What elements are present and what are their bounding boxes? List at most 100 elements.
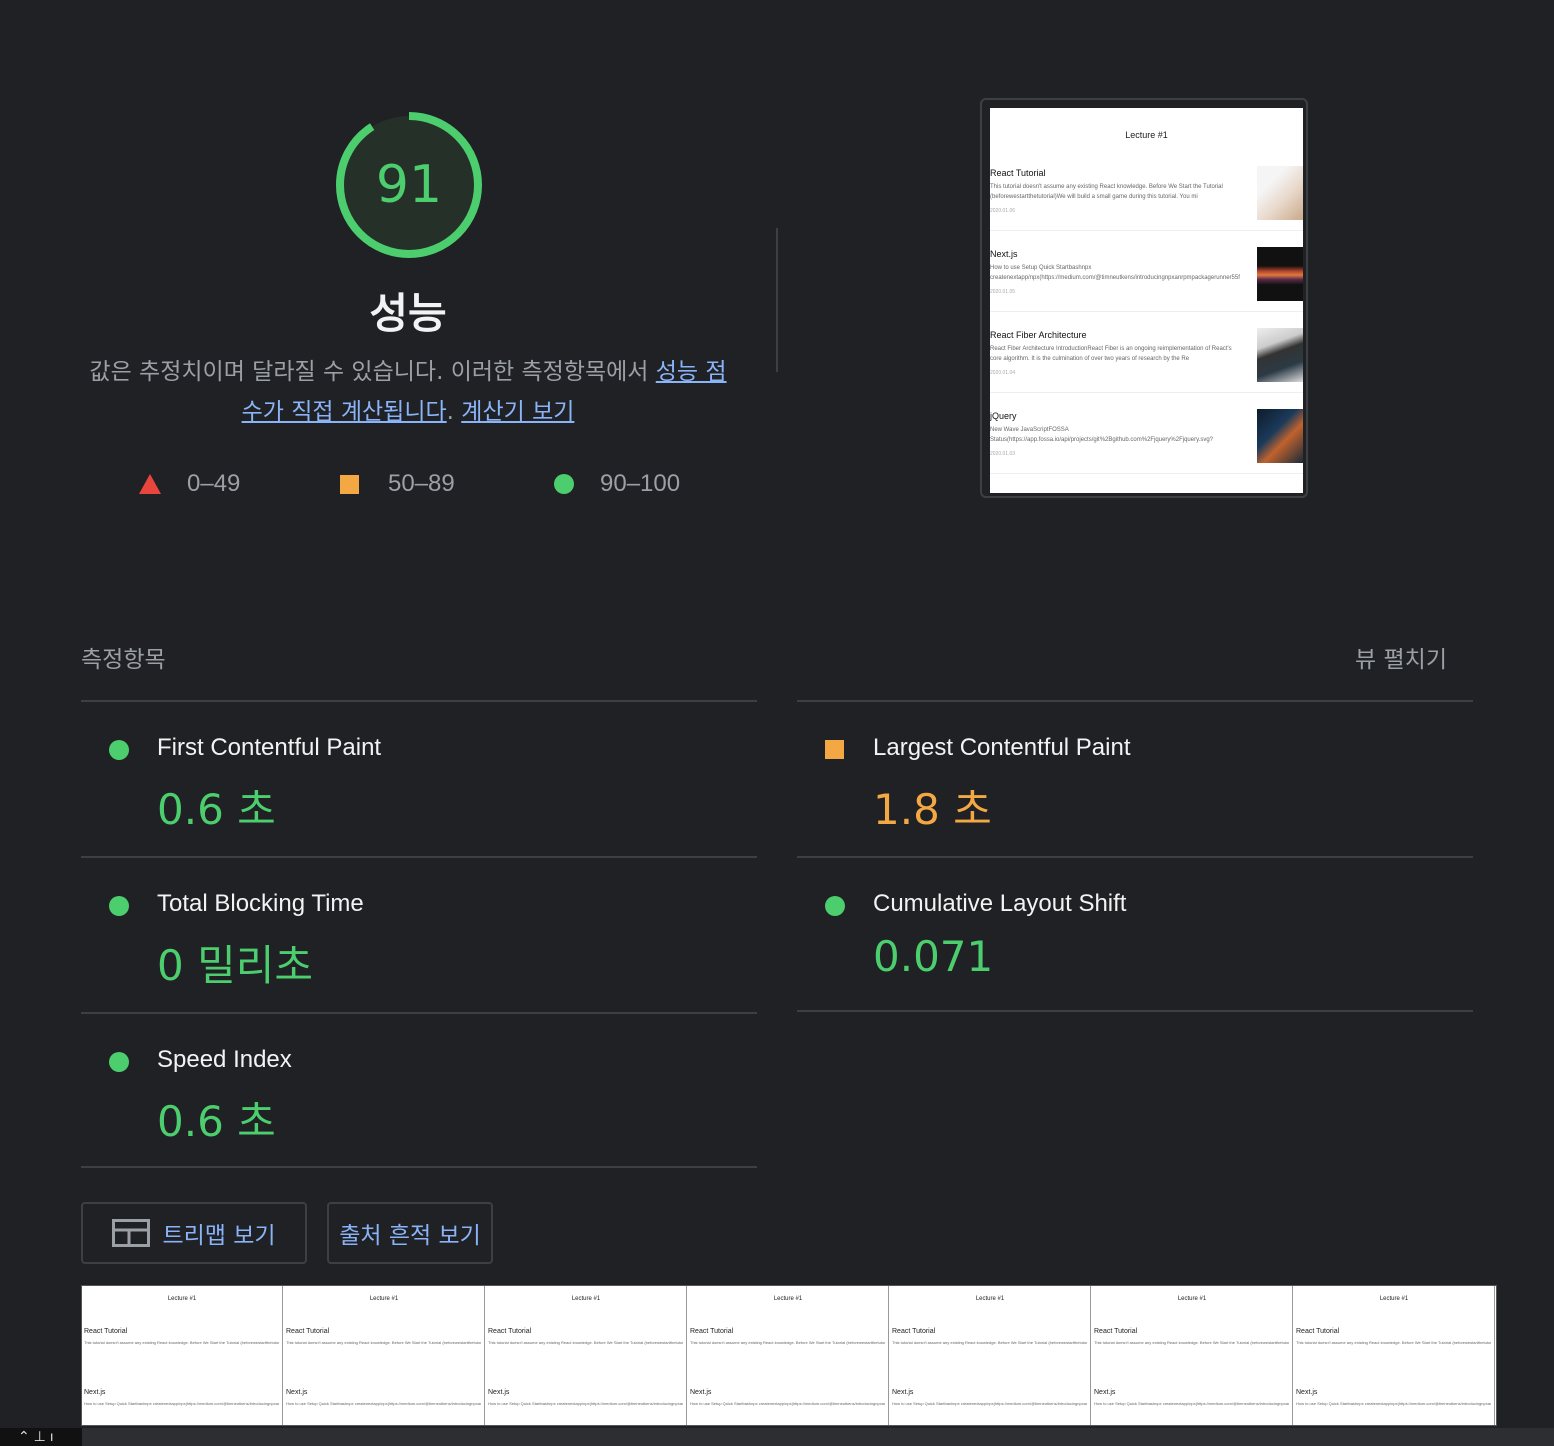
vertical-divider bbox=[776, 228, 778, 372]
performance-score: 91 bbox=[375, 155, 443, 215]
metrics-title: 측정항목 bbox=[81, 647, 166, 673]
frame-title: Lecture #1 bbox=[167, 1296, 197, 1302]
post-desc: This tutorial doesn't assume any existin… bbox=[990, 184, 1223, 200]
metric-fcp: First Contentful Paint 0.6 초 bbox=[81, 702, 757, 852]
metric-value: 1.8 초 bbox=[873, 785, 992, 834]
score-legend: 0–49 50–89 90–100 bbox=[0, 470, 760, 500]
post-date: 2020.01.04 bbox=[990, 370, 1016, 376]
triangle-icon bbox=[139, 474, 161, 494]
post-thumbnail bbox=[1257, 247, 1303, 301]
screenshot-title: Lecture #1 bbox=[1125, 130, 1168, 140]
legend-pass-label: 90–100 bbox=[600, 470, 681, 497]
frame-post-title: React Tutorial bbox=[892, 1328, 936, 1335]
frame-post-title: React Tutorial bbox=[690, 1328, 734, 1335]
metric-lcp: Largest Contentful Paint 1.8 초 bbox=[797, 702, 1473, 852]
legend-average-label: 50–89 bbox=[388, 470, 455, 497]
pass-circle-icon bbox=[109, 740, 129, 760]
performance-title: 성능 bbox=[369, 289, 447, 338]
square-icon bbox=[340, 474, 359, 494]
view-treemap-label: 트리맵 보기 bbox=[162, 1223, 276, 1249]
list-item: React Fiber Architecture React Fiber Arc… bbox=[990, 324, 1303, 393]
metric-value: 0.071 bbox=[873, 932, 994, 981]
pass-circle-icon bbox=[109, 1052, 129, 1072]
post-thumbnail bbox=[1257, 409, 1303, 463]
final-screenshot[interactable]: Lecture #1 React Tutorial This tutorial … bbox=[980, 98, 1308, 498]
post-thumbnail bbox=[1257, 328, 1303, 382]
metric-value: 0.6 초 bbox=[157, 785, 276, 834]
filmstrip-frame: Lecture #1 React Tutorial This tutorial do… bbox=[284, 1286, 485, 1425]
calculator-link[interactable]: 계산기 보기 bbox=[461, 399, 574, 425]
frame-post-desc: This tutorial doesn't assume any existin… bbox=[488, 1340, 683, 1345]
metric-name: First Contentful Paint bbox=[157, 734, 382, 761]
average-square-icon bbox=[825, 740, 844, 759]
view-treemap-button[interactable]: 트리맵 보기 bbox=[81, 1202, 307, 1264]
frame-post-desc: This tutorial doesn't assume any existin… bbox=[1094, 1340, 1289, 1345]
filmstrip-frame: Lecture #1 React Tutorial This tutorial do… bbox=[1092, 1286, 1293, 1425]
view-trace-button[interactable]: 출처 흔적 보기 bbox=[327, 1202, 493, 1264]
frame-post-desc: This tutorial doesn't assume any existin… bbox=[690, 1340, 885, 1345]
post-desc: React Fiber Architecture IntroductionRea… bbox=[990, 346, 1232, 362]
metrics-header: 측정항목 뷰 펼치기 bbox=[81, 640, 1447, 674]
frame-title: Lecture #1 bbox=[975, 1296, 1005, 1302]
description-text: 값은 추정치이며 달라질 수 있습니다. 이러한 측정항목에서 bbox=[89, 359, 656, 385]
frame-post-title: React Tutorial bbox=[1296, 1328, 1340, 1335]
pass-circle-icon bbox=[109, 896, 129, 916]
circle-icon bbox=[554, 474, 574, 494]
post-title: React Fiber Architecture bbox=[990, 330, 1087, 340]
metric-cls: Cumulative Layout Shift 0.071 bbox=[797, 858, 1473, 1008]
frame-post-desc: How to use Setup Quick Startbashnpx crea… bbox=[892, 1401, 1087, 1406]
expand-view-toggle[interactable]: 뷰 펼치기 bbox=[1355, 640, 1447, 674]
frame-post-title: Next.js bbox=[488, 1389, 510, 1396]
legend-fail: 0–49 bbox=[139, 470, 240, 498]
filmstrip-frame: Lecture #1 React Tutorial This tutorial do… bbox=[1294, 1286, 1495, 1425]
post-title: Next.js bbox=[990, 249, 1018, 259]
filmstrip-frame: Lecture #1 React Tutorial This tutorial do… bbox=[890, 1286, 1091, 1425]
description-sep: . bbox=[446, 399, 462, 425]
metric-name: Cumulative Layout Shift bbox=[873, 890, 1127, 917]
frame-post-desc: How to use Setup Quick Startbashnpx crea… bbox=[286, 1401, 481, 1406]
metric-speed-index: Speed Index 0.6 초 bbox=[81, 1014, 757, 1164]
frame-post-title: React Tutorial bbox=[1094, 1328, 1138, 1335]
frame-post-desc: This tutorial doesn't assume any existin… bbox=[1296, 1340, 1491, 1345]
view-trace-label: 출처 흔적 보기 bbox=[339, 1223, 481, 1249]
frame-post-desc: How to use Setup Quick Startbashnpx crea… bbox=[1094, 1401, 1289, 1406]
post-thumbnail bbox=[1257, 166, 1303, 220]
legend-average: 50–89 bbox=[340, 470, 455, 498]
treemap-icon bbox=[112, 1219, 151, 1247]
frame-post-title: React Tutorial bbox=[488, 1328, 532, 1335]
metric-value: 0 밀리초 bbox=[157, 941, 313, 990]
filmstrip-frame: Lecture #1 React Tutorial This tutorial do… bbox=[82, 1286, 283, 1425]
filmstrip: Lecture #1 React Tutorial This tutorial do… bbox=[81, 1285, 1497, 1426]
frame-title: Lecture #1 bbox=[773, 1296, 803, 1302]
bottom-tab[interactable]: ⌃ ⊥ ı bbox=[0, 1428, 82, 1446]
post-title: React Tutorial bbox=[990, 168, 1046, 178]
post-desc: How to use Setup Quick Startbashnpx crea… bbox=[990, 265, 1240, 281]
frame-post-title: Next.js bbox=[1296, 1389, 1318, 1396]
frame-post-title: React Tutorial bbox=[286, 1328, 330, 1335]
divider bbox=[797, 1010, 1473, 1012]
list-item: React Tutorial This tutorial doesn't ass… bbox=[990, 162, 1303, 231]
list-item: Next.js How to use Setup Quick Startbash… bbox=[990, 243, 1303, 312]
list-item: jQuery New Wave JavaScriptFOSSA Status(h… bbox=[990, 405, 1303, 474]
frame-title: Lecture #1 bbox=[369, 1296, 399, 1302]
legend-fail-label: 0–49 bbox=[187, 470, 241, 497]
frame-post-title: React Tutorial bbox=[84, 1328, 128, 1335]
metric-name: Largest Contentful Paint bbox=[873, 734, 1131, 761]
score-description: 값은 추정치이며 달라질 수 있습니다. 이러한 측정항목에서 성능 점수가 직… bbox=[80, 352, 736, 432]
frame-post-desc: How to use Setup Quick Startbashnpx crea… bbox=[488, 1401, 683, 1406]
frame-post-desc: How to use Setup Quick Startbashnpx crea… bbox=[1296, 1401, 1491, 1406]
post-desc: New Wave JavaScriptFOSSA Status(https://… bbox=[990, 427, 1214, 443]
frame-title: Lecture #1 bbox=[571, 1296, 601, 1302]
metric-tbt: Total Blocking Time 0 밀리초 bbox=[81, 858, 757, 1008]
post-date: 2020.01.05 bbox=[990, 289, 1016, 295]
frame-post-title: Next.js bbox=[84, 1389, 106, 1396]
frame-post-desc: This tutorial doesn't assume any existin… bbox=[286, 1340, 481, 1345]
post-title: jQuery bbox=[990, 411, 1017, 421]
frame-post-desc: This tutorial doesn't assume any existin… bbox=[892, 1340, 1087, 1345]
frame-post-title: Next.js bbox=[1094, 1389, 1116, 1396]
post-date: 2020.01.03 bbox=[990, 451, 1016, 457]
filmstrip-frame: Lecture #1 React Tutorial This tutorial do… bbox=[486, 1286, 687, 1425]
bottom-bar: ⌃ ⊥ ı bbox=[0, 1428, 1554, 1446]
frame-post-title: Next.js bbox=[690, 1389, 712, 1396]
frame-post-desc: This tutorial doesn't assume any existin… bbox=[84, 1340, 279, 1345]
